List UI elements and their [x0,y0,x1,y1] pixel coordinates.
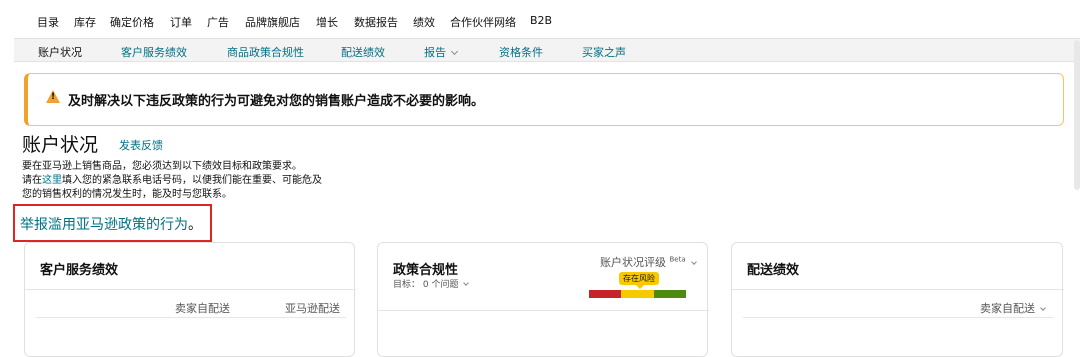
top-nav-performance[interactable]: 绩效 [413,14,435,30]
report-abuse-period: 。 [188,217,202,233]
chevron-down-icon [463,280,470,286]
policy-compliance-card: 政策合规性 目标： 0 个问题 账户状况评级 Beta 存在风险 [377,242,709,357]
top-nav-pricing[interactable]: 确定价格 [110,14,154,30]
report-abuse-link[interactable]: 举报滥用亚马逊政策的行为 [20,217,188,233]
card-divider [732,289,1064,290]
chevron-down-icon [450,47,459,56]
page-title: 账户状况 [22,134,99,156]
top-nav-catalog[interactable]: 目录 [37,14,59,30]
card-divider [743,317,1053,318]
sub-nav-voice-of-customer[interactable]: 买家之声 [582,44,626,60]
column-amazon-fulfilled: 亚马逊配送 [285,302,340,315]
shipping-filter-label: 卖家自配送 [980,302,1035,315]
top-nav-advertising[interactable]: 广告 [207,14,229,30]
top-nav: 目录 库存 确定价格 订单 广告 品牌旗舰店 增长 数据报告 绩效 合作伙伴网络… [0,0,1080,38]
rating-bar-red [589,290,621,298]
page-scrollbar[interactable] [1074,40,1080,190]
sub-nav: 账户状况 客户服务绩效 商品政策合规性 配送绩效 报告 资格条件 买家之声 [14,38,1080,62]
sub-nav-customer-service[interactable]: 客户服务绩效 [121,44,187,60]
shipping-performance-title: 配送绩效 [747,263,800,278]
risk-badge: 存在风险 [619,272,659,289]
chevron-down-icon [1040,305,1046,311]
report-abuse-text: 举报滥用亚马逊政策的行为。 [20,214,202,234]
card-divider [25,289,356,290]
rating-bar-yellow [621,290,654,298]
feedback-link[interactable]: 发表反馈 [119,137,163,153]
chevron-down-icon [690,259,697,265]
sub-nav-account-health[interactable]: 账户状况 [38,44,82,60]
account-health-rating-label[interactable]: 账户状况评级 Beta [600,254,697,270]
customer-service-title: 客户服务绩效 [40,263,119,278]
beta-badge: Beta [669,255,686,264]
top-nav-inventory[interactable]: 库存 [74,14,96,30]
shipping-filter[interactable]: 卖家自配送 [980,300,1046,316]
sub-nav-shipping[interactable]: 配送绩效 [341,44,385,60]
column-seller-fulfilled: 卖家自配送 [175,302,230,315]
top-nav-partner-network[interactable]: 合作伙伴网络 [450,14,516,30]
sub-nav-eligibility[interactable]: 资格条件 [499,44,543,60]
rating-label-text: 账户状况评级 [600,256,666,269]
sub-nav-reports[interactable]: 报告 [424,44,459,60]
description-line-3: 您的销售权利的情况发生时，能及时与您联系。 [22,189,232,200]
top-nav-stores[interactable]: 品牌旗舰店 [245,14,300,30]
card-divider [378,310,709,311]
warning-icon: ! [46,90,60,103]
policy-compliance-title: 政策合规性 [393,263,459,278]
sub-nav-reports-label: 报告 [424,46,446,59]
card-divider [36,317,346,318]
policy-target[interactable]: 目标： 0 个问题 [393,277,470,290]
description-line-1: 要在亚马逊上销售商品，您必须达到以下绩效目标和政策要求。 [22,161,302,172]
customer-service-card: 客户服务绩效 卖家自配送 亚马逊配送 [24,242,356,357]
top-nav-b2b[interactable]: B2B [530,14,552,27]
warning-alert: ! 及时解决以下违反政策的行为可避免对您的销售账户造成不必要的影响。 [24,73,1064,126]
sub-nav-product-policy[interactable]: 商品政策合规性 [227,44,304,60]
description-line-2: 请在这里填入您的紧急联系电话号码，以便我们能在重要、可能危及 [22,171,322,186]
top-nav-growth[interactable]: 增长 [316,14,338,30]
policy-target-label: 目标： 0 个问题 [393,280,459,290]
shipping-performance-card: 配送绩效 卖家自配送 [731,242,1064,357]
top-nav-orders[interactable]: 订单 [170,14,192,30]
alert-text: 及时解决以下违反政策的行为可避免对您的销售账户造成不必要的影响。 [68,94,485,109]
rating-bar-green [654,290,686,298]
top-nav-reports[interactable]: 数据报告 [354,14,398,30]
